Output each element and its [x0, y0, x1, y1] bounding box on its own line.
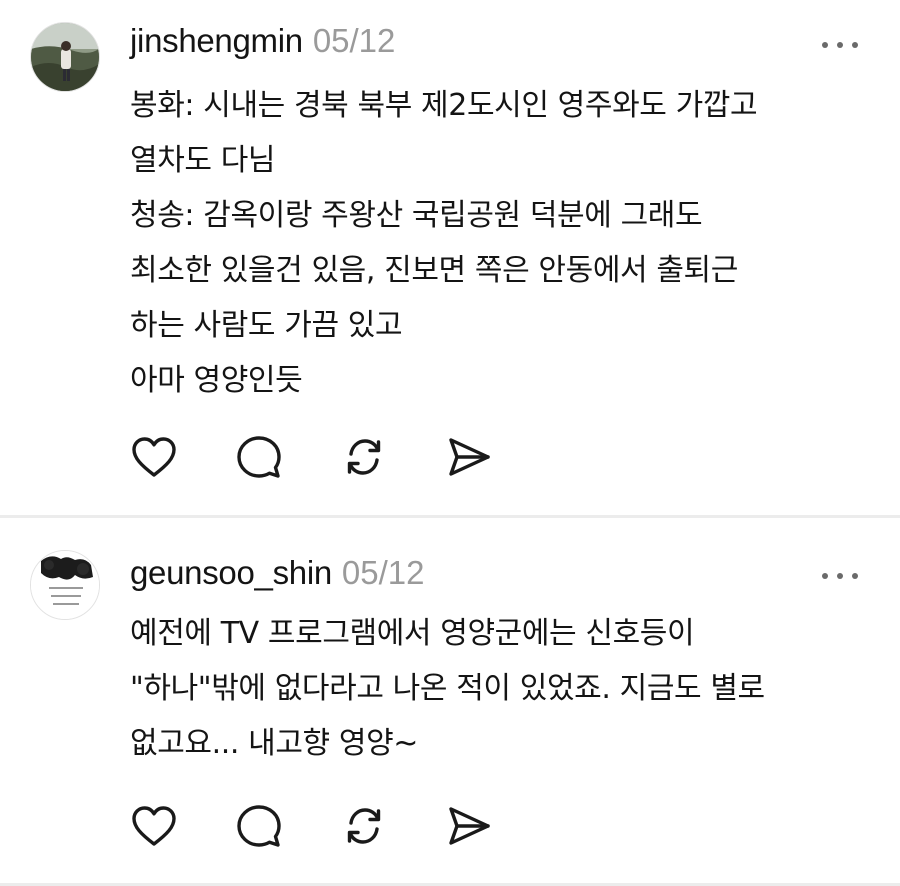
post-header: jinshengmin 05/12 — [130, 22, 395, 60]
post-text-line: 봉화: 시내는 경북 북부 제2도시인 영주와도 가깝고 — [130, 88, 758, 123]
heart-icon[interactable] — [130, 433, 178, 481]
post-actions — [130, 802, 550, 850]
post-text-line: 열차도 다님 — [130, 143, 276, 178]
comment-icon[interactable] — [235, 802, 283, 850]
more-options-icon[interactable] — [822, 39, 858, 51]
repost-icon[interactable] — [340, 433, 388, 481]
post-text-line: 없고요... 내고향 영양~ — [130, 726, 419, 761]
post-text: 예전에 TV 프로그램에서 영양군에는 신호등이 "하나"밖에 없다라고 나온 … — [130, 606, 870, 771]
send-icon[interactable] — [445, 802, 493, 850]
post-actions — [130, 433, 550, 481]
repost-icon[interactable] — [340, 802, 388, 850]
avatar[interactable] — [30, 550, 100, 620]
thread-post: geunsoo_shin 05/12 예전에 TV 프로그램에서 영양군에는 신… — [0, 518, 900, 884]
comment-icon[interactable] — [235, 433, 283, 481]
post-text-line: 최소한 있을건 있음, 진보면 쪽은 안동에서 출퇴근 — [130, 253, 738, 288]
post-date: 05/12 — [312, 22, 396, 59]
post-text-line: 하는 사람도 가끔 있고 — [130, 308, 403, 343]
post-date: 05/12 — [341, 554, 425, 591]
post-text: 봉화: 시내는 경북 북부 제2도시인 영주와도 가깝고 열차도 다님 청송: … — [130, 78, 870, 408]
send-icon[interactable] — [445, 433, 493, 481]
more-options-icon[interactable] — [822, 570, 858, 582]
username[interactable]: geunsoo_shin — [130, 554, 332, 592]
thread-post: jinshengmin 05/12 봉화: 시내는 경북 북부 제2도시인 영주… — [0, 0, 900, 515]
post-text-line: 청송: 감옥이랑 주왕산 국립공원 덕분에 그래도 — [130, 198, 703, 233]
post-text-line: 아마 영양인듯 — [130, 363, 303, 398]
avatar[interactable] — [30, 22, 100, 92]
post-text-line: 예전에 TV 프로그램에서 영양군에는 신호등이 — [130, 616, 695, 651]
heart-icon[interactable] — [130, 802, 178, 850]
post-text-line: "하나"밖에 없다라고 나온 적이 있었죠. 지금도 별로 — [130, 671, 765, 706]
username[interactable]: jinshengmin — [130, 22, 303, 60]
post-header: geunsoo_shin 05/12 — [130, 554, 425, 592]
